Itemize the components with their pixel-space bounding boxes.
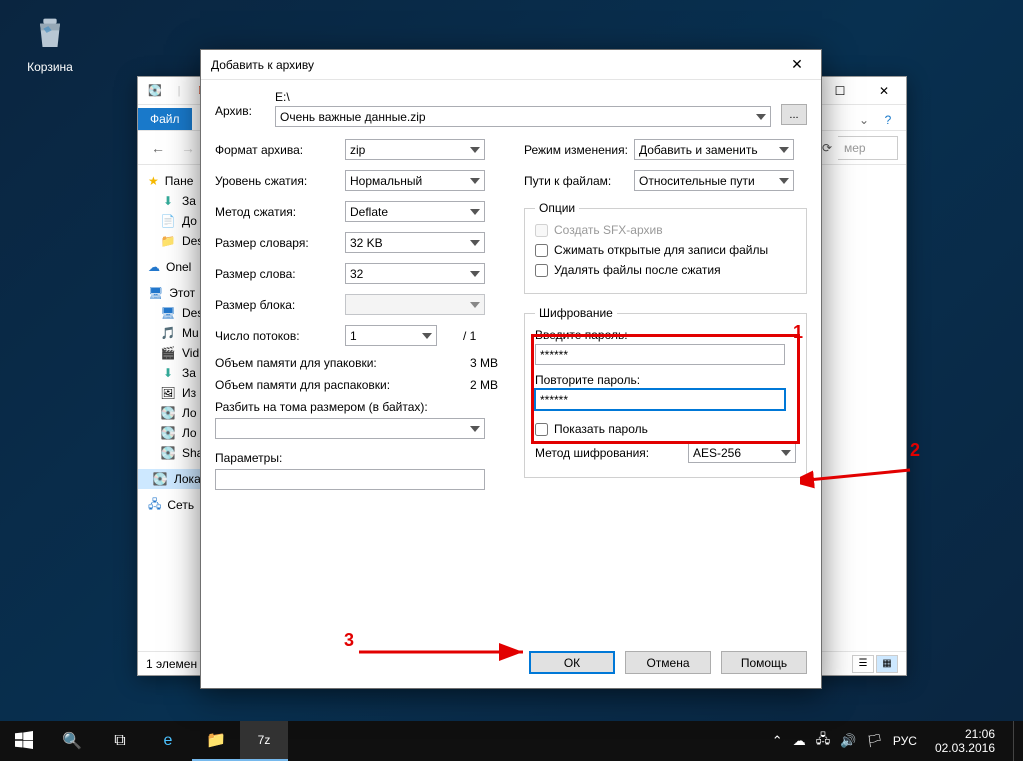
- mem-pack-value: 3 MB: [470, 356, 498, 370]
- show-password-checkbox[interactable]: Показать пароль: [535, 422, 796, 436]
- update-label: Режим изменения:: [524, 143, 634, 157]
- paths-label: Пути к файлам:: [524, 174, 634, 188]
- archive-path-text: E:\: [275, 90, 771, 104]
- forward-button[interactable]: →: [176, 136, 200, 160]
- encryption-group: Шифрование Введите пароль: Повторите пар…: [524, 306, 807, 478]
- enc-method-label: Метод шифрования:: [535, 446, 649, 460]
- add-to-archive-dialog: Добавить к архиву ✕ Архив: E:\ Очень важ…: [200, 49, 822, 689]
- recycle-bin[interactable]: Корзина: [20, 8, 80, 74]
- help-icon[interactable]: ?: [878, 110, 898, 130]
- clock-date: 02.03.2016: [935, 741, 995, 755]
- split-select[interactable]: [215, 418, 485, 439]
- dialog-title: Добавить к архиву: [211, 58, 314, 72]
- mem-unpack-value: 2 MB: [470, 378, 498, 392]
- password-input[interactable]: [535, 344, 785, 365]
- threads-label: Число потоков:: [215, 329, 345, 343]
- refresh-icon[interactable]: ⟳: [822, 141, 832, 155]
- explorer-search[interactable]: мер: [838, 136, 898, 160]
- options-group: Опции Создать SFX-архив Сжимать открытые…: [524, 201, 807, 294]
- clock-time: 21:06: [935, 727, 995, 741]
- paths-select[interactable]: Относительные пути: [634, 170, 794, 191]
- password-label: Введите пароль:: [535, 328, 796, 342]
- mem-unpack-label: Объем памяти для распаковки:: [215, 378, 390, 392]
- params-input[interactable]: [215, 469, 485, 490]
- archive-label: Архив:: [215, 90, 265, 118]
- split-label: Разбить на тома размером (в байтах):: [215, 400, 498, 414]
- qat-sep: |: [168, 81, 190, 101]
- format-select[interactable]: zip: [345, 139, 485, 160]
- archive-name-select[interactable]: Очень важные данные.zip: [275, 106, 771, 127]
- tray-language[interactable]: РУС: [893, 734, 917, 748]
- show-desktop-button[interactable]: [1013, 721, 1019, 761]
- word-label: Размер слова:: [215, 267, 345, 281]
- mem-pack-label: Объем памяти для упаковки:: [215, 356, 377, 370]
- level-select[interactable]: Нормальный: [345, 170, 485, 191]
- tray-onedrive-icon[interactable]: ☁: [793, 733, 806, 749]
- explorer-taskbar-button[interactable]: 📁: [192, 721, 240, 761]
- view-details-icon[interactable]: ☰: [852, 655, 874, 673]
- view-icons-icon[interactable]: ▦: [876, 655, 898, 673]
- recycle-bin-icon: [26, 8, 74, 56]
- ok-button[interactable]: ОК: [529, 651, 615, 674]
- help-button[interactable]: Помощь: [721, 651, 807, 674]
- enc-method-select[interactable]: AES-256: [688, 442, 796, 463]
- block-select[interactable]: [345, 294, 485, 315]
- level-label: Уровень сжатия:: [215, 174, 345, 188]
- status-text: 1 элемен: [146, 657, 197, 671]
- dialog-close-button[interactable]: ✕: [775, 51, 819, 79]
- back-button[interactable]: ←: [146, 136, 170, 160]
- tray-clock[interactable]: 21:06 02.03.2016: [927, 727, 1003, 756]
- method-label: Метод сжатия:: [215, 205, 345, 219]
- dict-select[interactable]: 32 KB: [345, 232, 485, 253]
- taskbar: 🔍 ⧉ e 📁 7z ⌃ ☁ 🖧 🔊 🏳 РУС 21:06 02.03.201…: [0, 721, 1023, 761]
- ribbon-expand-icon[interactable]: ⌄: [854, 110, 874, 130]
- tray-chevron-icon[interactable]: ⌃: [772, 733, 783, 749]
- delete-checkbox[interactable]: Удалять файлы после сжатия: [535, 263, 796, 277]
- threads-select[interactable]: 1: [345, 325, 437, 346]
- recycle-bin-label: Корзина: [20, 60, 80, 74]
- edge-button[interactable]: e: [144, 721, 192, 761]
- block-label: Размер блока:: [215, 298, 345, 312]
- file-menu[interactable]: Файл: [138, 108, 192, 130]
- password2-label: Повторите пароль:: [535, 373, 796, 387]
- update-select[interactable]: Добавить и заменить: [634, 139, 794, 160]
- threads-max: / 1: [463, 329, 476, 343]
- tray-volume-icon[interactable]: 🔊: [840, 733, 856, 749]
- encryption-legend: Шифрование: [535, 306, 617, 320]
- search-button[interactable]: 🔍: [48, 721, 96, 761]
- word-select[interactable]: 32: [345, 263, 485, 284]
- shared-checkbox[interactable]: Сжимать открытые для записи файлы: [535, 243, 796, 257]
- browse-button[interactable]: ...: [781, 104, 807, 125]
- drive-icon: 💽: [144, 81, 166, 101]
- password2-input[interactable]: [535, 389, 785, 410]
- params-label: Параметры:: [215, 451, 498, 465]
- 7zip-taskbar-button[interactable]: 7z: [240, 721, 288, 761]
- close-button[interactable]: ✕: [862, 77, 906, 105]
- tray-network-icon[interactable]: 🖧: [816, 730, 831, 752]
- tray-notify-icon[interactable]: 🏳: [866, 733, 883, 749]
- start-button[interactable]: [0, 721, 48, 761]
- cancel-button[interactable]: Отмена: [625, 651, 711, 674]
- dict-label: Размер словаря:: [215, 236, 345, 250]
- format-label: Формат архива:: [215, 143, 345, 157]
- taskview-button[interactable]: ⧉: [96, 721, 144, 761]
- method-select[interactable]: Deflate: [345, 201, 485, 222]
- maximize-button[interactable]: ☐: [818, 77, 862, 105]
- sfx-checkbox: Создать SFX-архив: [535, 223, 796, 237]
- options-legend: Опции: [535, 201, 579, 215]
